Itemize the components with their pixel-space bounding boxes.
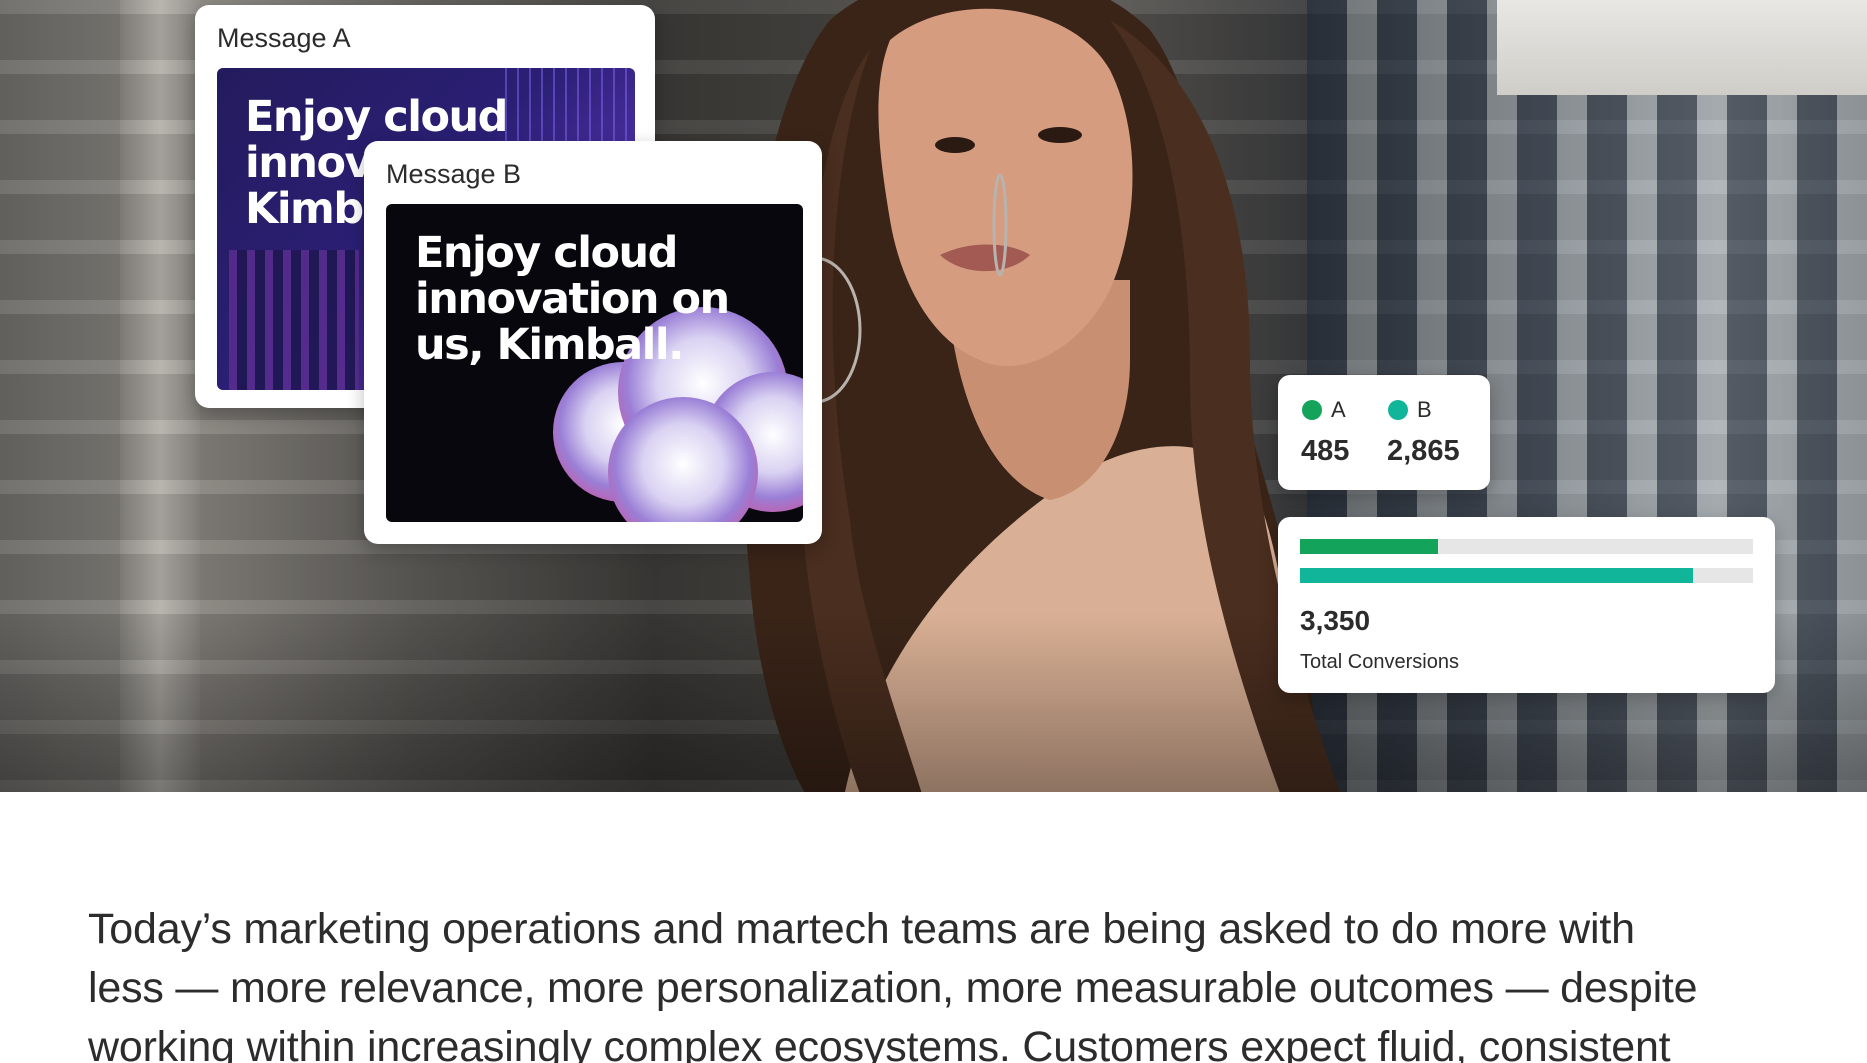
intro-paragraph: Today’s marketing operations and martech… — [88, 900, 1788, 1063]
message-a-label: Message A — [217, 23, 351, 53]
series-a-label: A — [1331, 397, 1346, 422]
series-a-dot — [1302, 400, 1322, 420]
series-b-label: B — [1417, 397, 1432, 422]
conversion-bar-a — [1300, 539, 1753, 554]
paragraph-line: working within increasingly complex ecos… — [88, 1023, 1671, 1063]
conversions-card: 3,350 Total Conversions — [1278, 517, 1775, 693]
series-b-value: 2,865 — [1387, 435, 1460, 467]
series-b-dot — [1388, 400, 1408, 420]
conversion-bar-a-fill — [1300, 539, 1439, 554]
ab-results-card: A B 485 2,865 — [1278, 375, 1490, 490]
message-a-headline-line: Enjoy cloud — [245, 92, 508, 142]
conversion-bar-b-fill — [1300, 568, 1694, 583]
total-conversions-value: 3,350 — [1300, 605, 1371, 636]
message-b-headline-line: innovation on — [415, 274, 730, 324]
message-b-headline-line: Enjoy cloud — [415, 228, 678, 278]
total-conversions-label: Total Conversions — [1300, 651, 1459, 673]
server-racks — [229, 250, 359, 390]
building-overhang — [1497, 0, 1867, 95]
message-b-headline: Enjoy cloud innovation on us, Kimball. — [415, 228, 730, 370]
paragraph-line: Today’s marketing operations and martech… — [88, 905, 1635, 953]
message-b-creative: Enjoy cloud innovation on us, Kimball. — [386, 204, 803, 522]
conversion-bar-b — [1300, 568, 1753, 583]
series-a-value: 485 — [1301, 435, 1350, 467]
message-b-label: Message B — [386, 159, 522, 189]
message-b-headline-line: us, Kimball. — [415, 320, 684, 370]
message-b-card[interactable]: Message B Enjoy cloud innovation on us, … — [364, 141, 822, 544]
paragraph-line: less — more relevance, more personalizat… — [88, 964, 1698, 1012]
